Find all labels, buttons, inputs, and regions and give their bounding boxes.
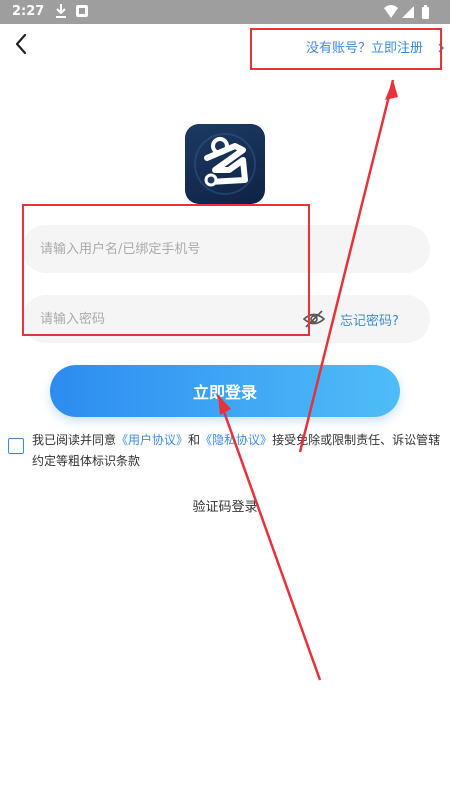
forgot-password-link[interactable]: 忘记密码? (340, 310, 399, 329)
status-bar: 2:27 (0, 0, 450, 24)
sms-login-link[interactable]: 验证码登录 (0, 496, 450, 515)
download-icon (56, 4, 66, 18)
login-button[interactable]: 立即登录 (50, 365, 400, 417)
notification-icon (76, 5, 88, 17)
agreement-prefix: 我已阅读并同意 (32, 433, 117, 447)
wifi-icon (384, 5, 398, 18)
back-arrow-icon[interactable] (8, 30, 36, 58)
agreement-and: 和 (188, 433, 201, 447)
logo-mark (194, 133, 256, 195)
battery-icon (422, 5, 429, 19)
app-logo (185, 124, 265, 204)
user-agreement-link[interactable]: 《用户协议》 (116, 433, 188, 447)
agreement-text: 我已阅读并同意《用户协议》和《隐私协议》接受免除或限制责任、诉讼管辖约定等粗体标… (32, 430, 444, 472)
status-time: 2:27 (12, 4, 45, 19)
annotation-box-register (250, 28, 442, 70)
signal-icon (402, 6, 414, 18)
annotation-box-form (22, 204, 310, 336)
privacy-agreement-link[interactable]: 《隐私协议》 (200, 433, 272, 447)
agreement-checkbox[interactable] (8, 438, 24, 454)
status-icons (384, 5, 429, 19)
